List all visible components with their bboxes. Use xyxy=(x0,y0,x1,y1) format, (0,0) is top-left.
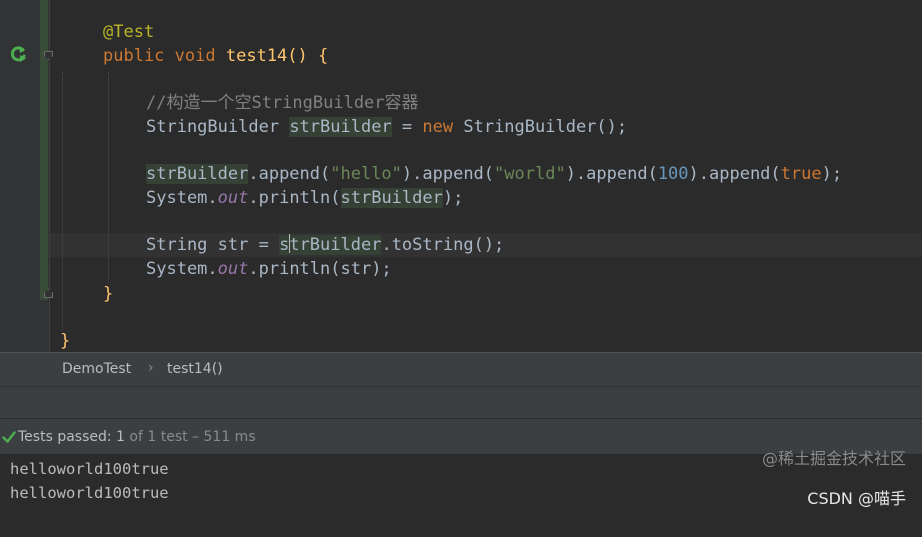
code-line-close-method: } xyxy=(103,284,114,304)
code-line-print-str: System.out.println(str); xyxy=(146,259,392,279)
indent-guide xyxy=(62,72,63,330)
run-test-icon[interactable] xyxy=(9,45,27,63)
console-line: helloworld100true xyxy=(10,460,169,478)
vcs-change-marker xyxy=(40,0,48,300)
code-line-comment: //构造一个空StringBuilder容器 xyxy=(146,93,419,113)
test-status-text: Tests passed: 1 of 1 test – 511 ms xyxy=(18,429,256,445)
code-line-declaration: StringBuilder strBuilder = new StringBui… xyxy=(146,117,628,137)
code-line-append: strBuilder.append("hello").append("world… xyxy=(146,164,843,184)
code-line-signature: public void test14() { xyxy=(103,46,329,66)
console-line: helloworld100true xyxy=(10,484,169,502)
breadcrumb-separator-icon: › xyxy=(148,360,154,376)
console-output[interactable]: helloworld100true helloworld100true @稀土掘… xyxy=(0,449,922,537)
watermark: @稀土掘金技术社区 CSDN @喵手 xyxy=(761,449,906,508)
code-line-annotation: @Test xyxy=(103,22,155,42)
breadcrumb-class[interactable]: DemoTest xyxy=(62,361,131,377)
code-line-print-builder: System.out.println(strBuilder); xyxy=(146,188,464,208)
indent-guide xyxy=(108,72,109,282)
code-line-tostring: String str = strBuilder.toString(); xyxy=(146,234,505,255)
code-editor[interactable]: @Test public void test14() { //构造一个空Stri… xyxy=(0,0,922,352)
breadcrumb: DemoTest › test14() xyxy=(0,352,922,386)
check-icon xyxy=(2,431,16,443)
code-line-close-class: } xyxy=(60,331,71,351)
breadcrumb-method[interactable]: test14() xyxy=(167,361,223,377)
